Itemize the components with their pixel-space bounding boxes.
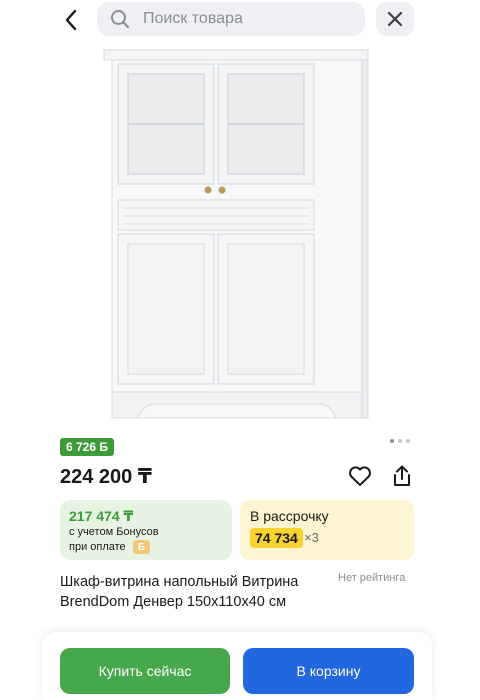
installment-card[interactable]: В рассрочку 74 734 ×3 bbox=[240, 500, 414, 560]
gallery-dot bbox=[398, 439, 402, 443]
top-bar bbox=[0, 0, 480, 40]
bonus-price: 217 474 ₸ bbox=[69, 508, 134, 524]
installment-title: В рассрочку bbox=[250, 508, 329, 524]
product-title: Шкаф-витрина напольный Витрина BrendDom … bbox=[60, 574, 299, 610]
share-button[interactable] bbox=[388, 462, 416, 490]
gallery-dot bbox=[406, 439, 410, 443]
chevron-left-icon bbox=[65, 9, 77, 31]
search-icon bbox=[109, 8, 131, 30]
search-bar[interactable] bbox=[97, 2, 365, 36]
product-price: 224 200 ₸ bbox=[60, 466, 152, 488]
gallery-dots bbox=[390, 439, 410, 443]
bonus-note: с учетом Бонусов bbox=[69, 526, 159, 538]
close-icon bbox=[387, 11, 403, 27]
installment-amount: 74 734 bbox=[250, 528, 303, 548]
add-to-cart-button[interactable]: В корзину bbox=[243, 648, 414, 694]
product-image[interactable] bbox=[100, 44, 380, 434]
favorite-button[interactable] bbox=[346, 462, 374, 490]
share-icon bbox=[394, 465, 410, 486]
buy-now-button[interactable]: Купить сейчас bbox=[60, 648, 230, 694]
bonus-chip-icon: Б bbox=[133, 540, 150, 554]
bonus-price-card[interactable]: 217 474 ₸ с учетом Бонусов при оплате Б bbox=[60, 500, 232, 560]
gallery-dot bbox=[390, 439, 394, 443]
close-button[interactable] bbox=[376, 2, 414, 36]
search-input[interactable] bbox=[143, 10, 343, 28]
bonus-note-payment: при оплате bbox=[69, 541, 126, 553]
bonus-badge: 6 726 Б bbox=[60, 438, 114, 456]
heart-icon bbox=[349, 466, 371, 486]
rating-status[interactable]: Нет рейтинга bbox=[338, 572, 405, 584]
back-button[interactable] bbox=[56, 6, 86, 34]
installment-multiplier: ×3 bbox=[304, 530, 319, 545]
